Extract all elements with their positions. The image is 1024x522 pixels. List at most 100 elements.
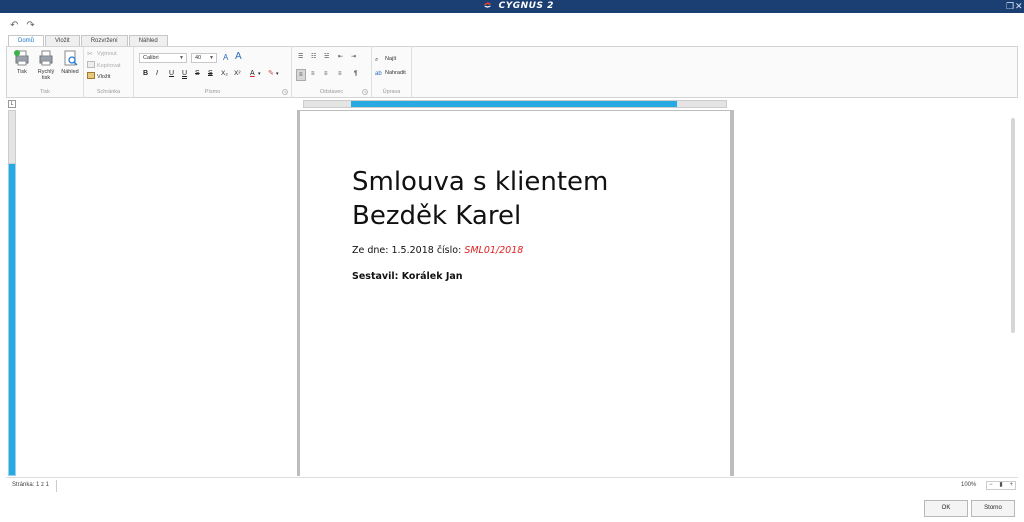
zoom-in-icon[interactable]: + xyxy=(1009,482,1013,489)
restore-icon[interactable]: ❐ xyxy=(1006,1,1014,11)
bold-button[interactable]: B xyxy=(143,69,148,79)
replace-button[interactable]: ab Nahradit xyxy=(375,69,406,78)
quick-print-label: Rychlý tisk xyxy=(37,69,55,81)
justify-icon[interactable]: ≡ xyxy=(338,69,342,79)
tab-rozvrzeni[interactable]: Rozvržení xyxy=(80,35,128,46)
align-left-icon[interactable]: ≡ xyxy=(296,69,306,81)
ribbon: Tisk Rychlý tisk Náhled Tisk ✂ Vyjmout Ko xyxy=(6,46,1018,98)
ok-button[interactable]: OK xyxy=(924,500,968,517)
paste-icon xyxy=(87,72,95,79)
chevron-down-icon: ▼ xyxy=(179,55,184,61)
zoom-thumb-icon[interactable]: ▮ xyxy=(999,482,1002,489)
redo-icon[interactable]: ↷ xyxy=(26,20,34,31)
align-center-icon[interactable]: ≡ xyxy=(311,69,315,79)
zoom-slider[interactable]: − ▮ + xyxy=(986,481,1016,490)
status-bar: Stránka: 1 z 1 100% − ▮ + xyxy=(6,477,1018,493)
tab-nahled[interactable]: Náhled xyxy=(128,35,168,46)
close-icon[interactable]: ✕ xyxy=(1015,1,1023,11)
cygnus-logo-icon xyxy=(483,2,492,8)
cancel-button[interactable]: Storno xyxy=(971,500,1015,517)
font-name-select[interactable]: Calibri ▼ xyxy=(139,53,187,63)
group-label-schranka: Schránka xyxy=(96,89,121,95)
print-label: Tisk xyxy=(17,69,27,75)
title-bar: CYGNUS 2 ❐ ✕ xyxy=(0,0,1024,13)
increase-indent-icon[interactable]: ⇥ xyxy=(351,52,356,62)
copy-label: Kopírovat xyxy=(97,63,121,69)
multilevel-list-icon[interactable]: ☱ xyxy=(324,52,329,62)
group-label-odstavec: Odstavec xyxy=(319,89,344,95)
document-title-line-1[interactable]: Smlouva s klientem xyxy=(352,166,608,198)
font-color-button[interactable]: A xyxy=(250,69,255,79)
quick-printer-icon xyxy=(39,50,53,66)
document-date-line[interactable]: Ze dne: 1.5.2018 číslo: SML01/2018 xyxy=(352,245,523,256)
tab-stop-selector[interactable]: L xyxy=(8,100,16,108)
chevron-down-icon[interactable]: ▾ xyxy=(258,69,261,79)
group-tisk: Tisk Rychlý tisk Náhled Tisk xyxy=(7,47,84,97)
paste-button[interactable]: Vložit xyxy=(87,72,110,81)
print-button[interactable]: Tisk xyxy=(10,49,34,75)
italic-button[interactable]: I xyxy=(156,69,158,79)
chevron-down-icon: ▼ xyxy=(209,55,214,61)
dialog-launcher-icon[interactable]: ↘ xyxy=(362,89,368,95)
copy-icon xyxy=(87,61,95,68)
scissors-icon: ✂ xyxy=(87,51,93,58)
scrollbar-thumb[interactable] xyxy=(1011,118,1015,333)
replace-icon: ab xyxy=(375,71,382,77)
decrease-indent-icon[interactable]: ⇤ xyxy=(338,52,343,62)
underline-button[interactable]: U xyxy=(169,69,174,79)
author-name: Korálek Jan xyxy=(401,271,463,282)
app-brand: CYGNUS 2 xyxy=(483,1,554,11)
group-label-tisk: Tisk xyxy=(40,89,50,95)
document-title-line-2[interactable]: Bezděk Karel xyxy=(352,200,521,232)
document-author-line[interactable]: Sestavil: Korálek Jan xyxy=(352,271,463,282)
author-label: Sestavil: xyxy=(352,271,399,282)
highlight-icon[interactable]: ✎ xyxy=(268,69,274,79)
double-strike-button[interactable]: S xyxy=(208,69,213,79)
chevron-down-icon[interactable]: ▾ xyxy=(276,69,279,79)
preview-button[interactable]: Náhled xyxy=(58,49,82,75)
vertical-ruler[interactable] xyxy=(8,110,16,476)
contract-number: SML01/2018 xyxy=(464,245,524,256)
preview-label: Náhled xyxy=(61,69,79,75)
group-label-uprava: Úprava xyxy=(382,89,401,95)
quick-access-toolbar: ↶ ↷ xyxy=(10,20,35,31)
tab-domu[interactable]: Domů xyxy=(8,35,45,46)
group-pismo: Calibri ▼ 40 ▼ A A B I U U S S X₂ X² A ▾… xyxy=(134,47,292,97)
quick-print-button[interactable]: Rychlý tisk xyxy=(34,49,58,81)
zoom-out-icon[interactable]: − xyxy=(989,482,993,489)
paste-label: Vložit xyxy=(97,74,111,80)
printer-icon xyxy=(14,50,29,66)
find-label: Najít xyxy=(385,56,397,62)
date-text: Ze dne: 1.5.2018 číslo: xyxy=(352,245,465,256)
tab-vlozit[interactable]: Vložit xyxy=(45,35,80,46)
font-size-value: 40 xyxy=(195,55,202,61)
undo-icon[interactable]: ↶ xyxy=(10,20,18,31)
bullets-icon[interactable]: ☰ xyxy=(298,52,303,62)
double-underline-button[interactable]: U xyxy=(182,69,187,79)
align-right-icon[interactable]: ≡ xyxy=(324,69,328,79)
group-schranka: ✂ Vyjmout Kopírovat Vložit Schránka xyxy=(84,47,134,97)
grow-font-button[interactable]: A xyxy=(223,53,228,63)
shrink-font-button[interactable]: A xyxy=(235,52,242,62)
print-preview-icon xyxy=(64,50,78,66)
status-separator xyxy=(56,480,57,492)
vertical-scrollbar[interactable] xyxy=(1010,110,1016,476)
app-brand-text: CYGNUS 2 xyxy=(498,1,554,11)
zoom-level: 100% xyxy=(961,482,977,488)
pilcrow-icon[interactable]: ¶ xyxy=(354,69,357,79)
group-uprava: ⌕ Najít ab Nahradit Úprava xyxy=(372,47,412,97)
subscript-button[interactable]: X₂ xyxy=(221,69,228,79)
dialog-launcher-icon[interactable]: ↘ xyxy=(282,89,288,95)
numbering-icon[interactable]: ☷ xyxy=(311,52,316,62)
strikethrough-button[interactable]: S xyxy=(195,69,200,79)
font-name-value: Calibri xyxy=(143,55,159,61)
group-label-pismo: Písmo xyxy=(204,89,221,95)
find-button[interactable]: ⌕ Najít xyxy=(375,55,396,64)
copy-button[interactable]: Kopírovat xyxy=(87,61,121,70)
horizontal-ruler-text-area[interactable] xyxy=(351,101,677,107)
vertical-ruler-margin[interactable] xyxy=(8,110,16,164)
superscript-button[interactable]: X² xyxy=(234,69,241,79)
font-size-select[interactable]: 40 ▼ xyxy=(191,53,217,63)
cut-button[interactable]: ✂ Vyjmout xyxy=(87,50,117,59)
binoculars-icon: ⌕ xyxy=(375,57,379,63)
